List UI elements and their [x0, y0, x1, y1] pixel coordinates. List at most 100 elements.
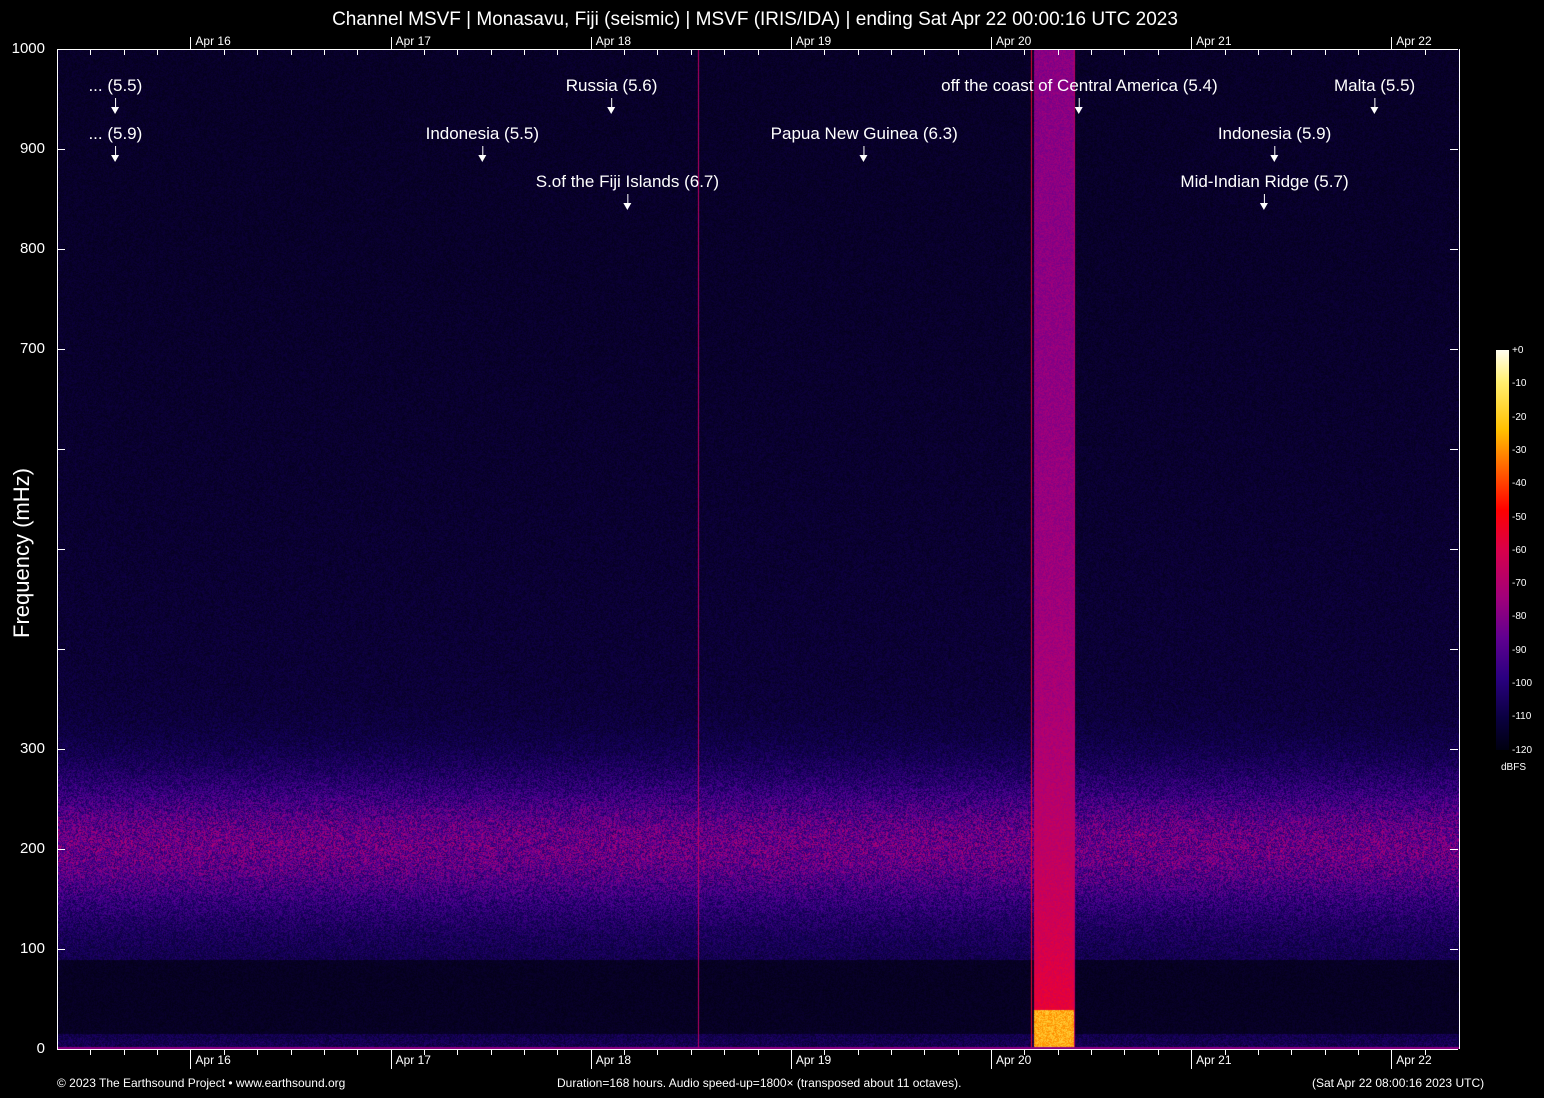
x-tick-top — [590, 37, 592, 49]
x-tick-top — [557, 49, 559, 55]
x-tick-top — [390, 37, 392, 49]
x-tick-bottom — [1324, 1049, 1326, 1055]
x-tick-top — [991, 37, 992, 49]
x-tick-top — [957, 49, 959, 55]
x-tick-bottom — [857, 1049, 859, 1055]
x-tick-label-top: Apr 20 — [996, 34, 1032, 48]
down-arrow-icon — [1260, 194, 1269, 210]
x-tick-top — [524, 49, 525, 55]
colorbar-tick-label: -90 — [1512, 644, 1527, 656]
down-arrow-icon — [859, 146, 868, 162]
x-tick-label-bottom: Apr 19 — [795, 1053, 832, 1067]
y-tick-right — [1450, 649, 1458, 650]
x-tick-top — [790, 37, 792, 49]
x-tick-top — [1391, 37, 1393, 49]
colorbar-tick-label: -50 — [1512, 511, 1527, 523]
down-arrow-icon — [1370, 98, 1379, 114]
y-tick-right — [1450, 249, 1458, 250]
event-annotation: S.of the Fiji Islands (6.7) — [536, 172, 719, 210]
colorbar-tick-label: -40 — [1512, 478, 1527, 490]
y-tick-label: 100 — [19, 940, 45, 957]
x-tick-top — [290, 49, 292, 55]
x-tick-bottom — [323, 1049, 325, 1055]
event-annotation: Mid-Indian Ridge (5.7) — [1180, 172, 1349, 210]
x-tick-bottom — [90, 1049, 92, 1055]
colorbar-tick-label: -30 — [1512, 444, 1527, 456]
x-tick-top — [724, 49, 726, 55]
colorbar-tick-label: -10 — [1512, 378, 1527, 390]
colorbar-tick-label: -20 — [1512, 411, 1527, 423]
x-tick-bottom — [924, 1049, 926, 1055]
x-tick-label-top: Apr 18 — [595, 34, 632, 48]
y-tick-left — [57, 549, 65, 550]
x-tick-label-bottom: Apr 22 — [1396, 1053, 1432, 1067]
y-axis-label: Frequency (mHz) — [9, 468, 34, 638]
y-tick-left — [57, 249, 65, 250]
x-tick-top — [190, 37, 192, 49]
x-tick-label-top: Apr 16 — [195, 34, 231, 48]
footer-timestamp: (Sat Apr 22 08:00:16 2023 UTC) — [1312, 1076, 1485, 1090]
event-label: Mid-Indian Ridge (5.7) — [1180, 172, 1349, 191]
colorbar-tick-label: -120 — [1512, 744, 1533, 756]
event-label: ... (5.9) — [88, 124, 143, 143]
colorbar-unit: dBFS — [1501, 762, 1527, 773]
event-annotation: off the coast of Central America (5.4) — [941, 76, 1218, 114]
x-tick-bottom — [1291, 1049, 1293, 1055]
x-tick-top — [257, 49, 259, 55]
y-tick-right — [1450, 849, 1458, 850]
x-tick-bottom — [690, 1049, 692, 1055]
event-label: ... (5.5) — [88, 76, 143, 95]
x-tick-bottom — [490, 1049, 492, 1055]
down-arrow-icon — [607, 98, 616, 114]
x-tick-bottom — [257, 1049, 259, 1055]
event-label: Russia (5.6) — [565, 76, 658, 95]
x-tick-top — [890, 49, 892, 55]
event-annotation: Indonesia (5.5) — [425, 124, 539, 162]
x-tick-bottom — [1091, 1049, 1093, 1055]
down-arrow-icon — [110, 98, 119, 114]
y-tick-left — [57, 949, 65, 950]
y-tick-left — [57, 449, 65, 450]
x-tick-bottom — [724, 1049, 726, 1055]
colorbar-tick-label: -70 — [1512, 578, 1527, 590]
x-tick-label-bottom: Apr 17 — [395, 1053, 431, 1067]
x-tick-bottom — [557, 1049, 559, 1055]
y-tick-right — [1450, 749, 1458, 750]
colorbar-tick-label: -60 — [1512, 544, 1527, 556]
y-tick-left — [57, 849, 65, 850]
event-annotation: Russia (5.6) — [565, 76, 658, 114]
y-tick-left — [57, 349, 65, 350]
x-tick-top — [223, 49, 225, 55]
x-tick-top — [1424, 49, 1426, 55]
x-tick-bottom — [1257, 1049, 1259, 1055]
event-label: Indonesia (5.5) — [425, 124, 539, 143]
footer-duration: Duration=168 hours. Audio speed-up=1800×… — [557, 1076, 962, 1090]
x-tick-bottom — [957, 1049, 959, 1055]
down-arrow-icon — [1074, 98, 1083, 114]
y-tick-label: 900 — [19, 140, 45, 157]
x-tick-bottom — [657, 1049, 659, 1055]
y-tick-label: 700 — [19, 340, 45, 357]
x-tick-bottom — [757, 1049, 759, 1055]
x-tick-bottom — [1191, 1049, 1193, 1069]
x-tick-bottom — [357, 1049, 359, 1055]
event-annotation: ... (5.5) — [88, 76, 143, 114]
x-tick-top — [1024, 49, 1026, 55]
x-tick-bottom — [190, 1049, 192, 1069]
y-tick-label: 0 — [36, 1040, 45, 1057]
x-tick-bottom — [157, 1049, 159, 1055]
chart-title: Channel MSVF | Monasavu, Fiji (seismic) … — [332, 9, 1178, 30]
x-tick-top — [457, 49, 459, 55]
y-tick-right — [1450, 349, 1458, 350]
x-tick-bottom — [457, 1049, 459, 1055]
down-arrow-icon — [110, 146, 119, 162]
x-tick-top — [824, 49, 826, 55]
y-tick-left — [57, 649, 65, 650]
x-tick-top — [1091, 49, 1093, 55]
event-annotation: ... (5.9) — [88, 124, 143, 162]
x-tick-top — [857, 49, 859, 55]
x-tick-top — [1191, 37, 1193, 49]
event-annotation: Malta (5.5) — [1334, 76, 1415, 114]
colorbar — [1496, 350, 1509, 750]
y-tick-left — [57, 749, 65, 750]
